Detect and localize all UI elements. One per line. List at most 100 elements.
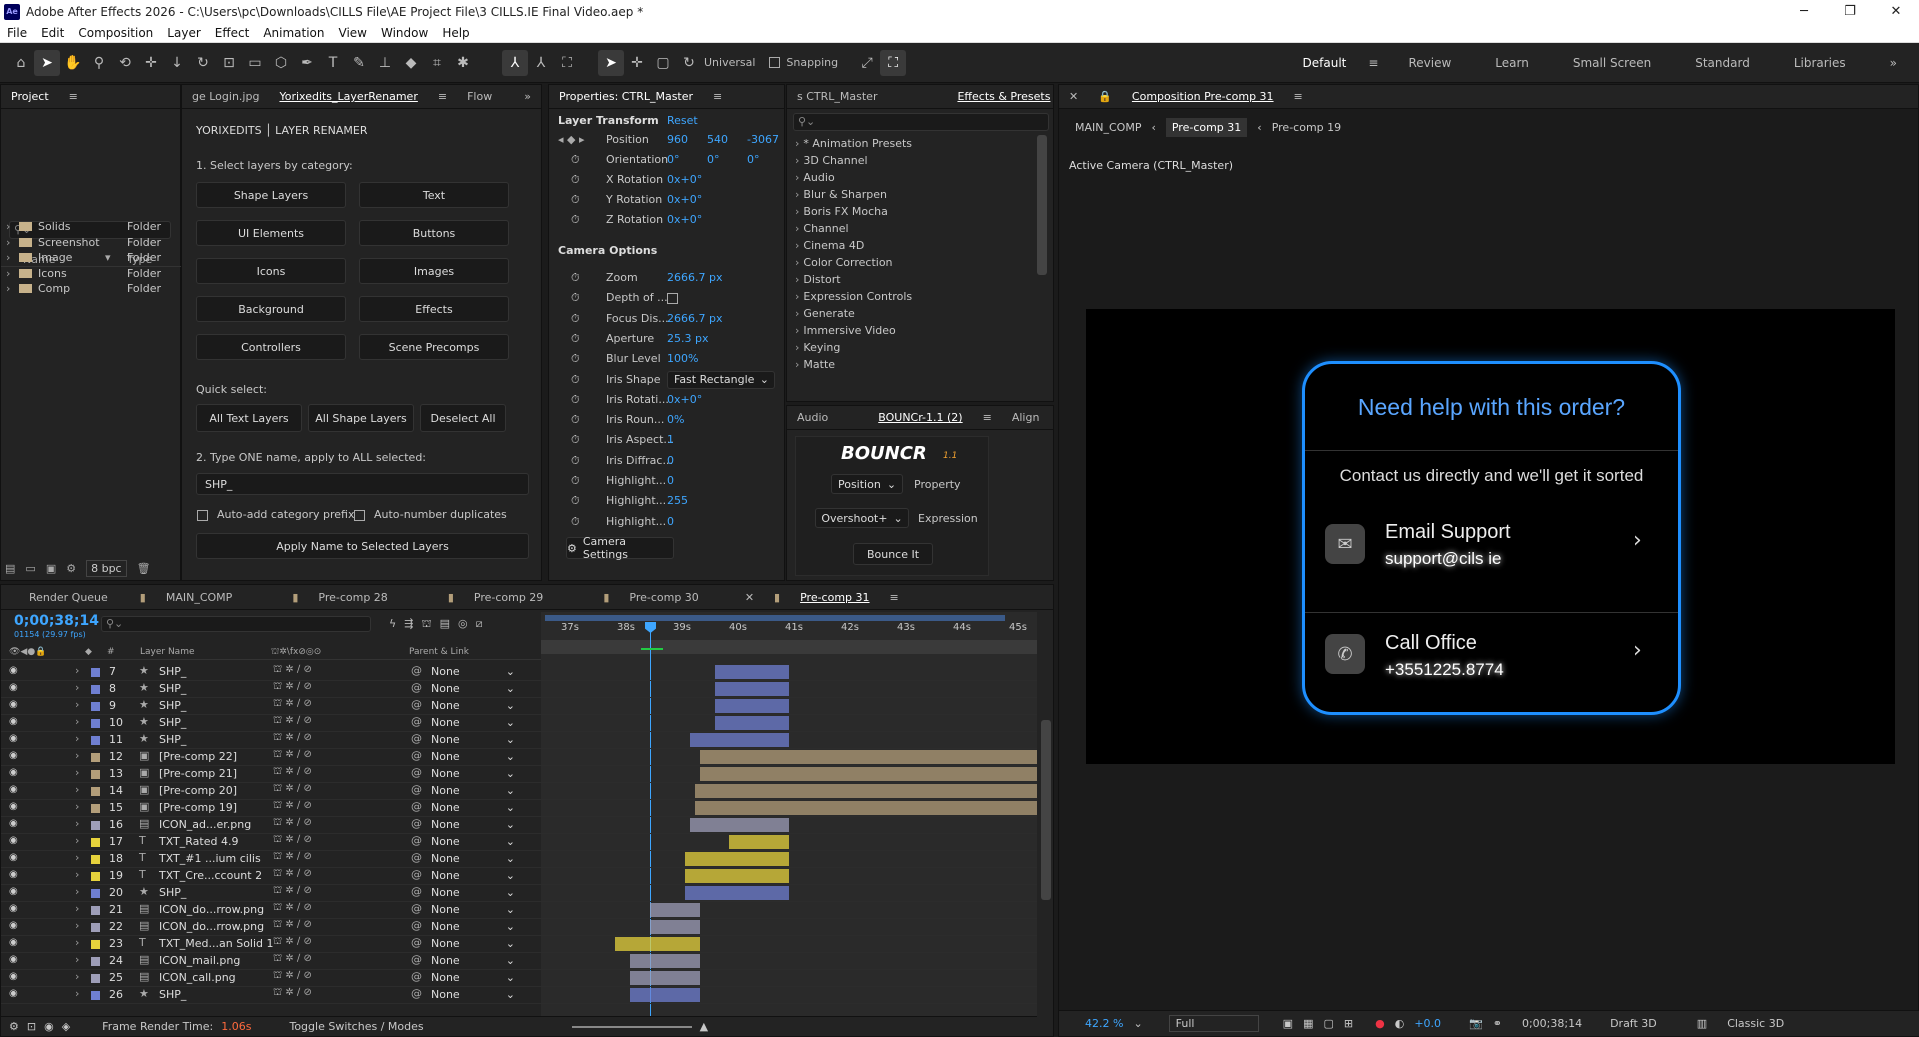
pickwhip-icon[interactable]: @ <box>411 885 422 898</box>
tab-precomp-28[interactable]: Pre-comp 28 <box>308 591 397 604</box>
layer-switches-icon[interactable]: ⛫ ✲ ∕ ⊘ <box>273 970 312 983</box>
layer-switches-icon[interactable]: ⛫ ✲ ∕ ⊘ <box>273 851 312 864</box>
layer-switches-icon[interactable]: ⛫ ✲ ∕ ⊘ <box>273 953 312 966</box>
layer-name[interactable]: TXT_Med...an Solid 1 <box>159 937 274 950</box>
layer-duration-bar[interactable] <box>684 869 789 883</box>
effects-search-input[interactable]: ⚲⌄ <box>793 113 1049 131</box>
camera-prop-value[interactable]: 2666.7 px <box>667 271 722 284</box>
axis-world-icon[interactable]: ⅄ <box>528 50 554 76</box>
camera-settings-button[interactable]: ⚙ Camera Settings <box>566 535 674 561</box>
all-text-layers-button[interactable]: All Text Layers <box>196 404 302 432</box>
camera-prop-value[interactable]: 0x+0° <box>667 393 702 406</box>
ruler-nav-bar[interactable] <box>541 640 1037 654</box>
menu-help[interactable]: Help <box>435 26 476 40</box>
layer-row[interactable]: ◉ › 11 ★ SHP_ ⛫ ✲ ∕ ⊘ @ None ⌄ <box>1 732 1037 749</box>
shy-icon[interactable]: ⛫ <box>421 617 431 632</box>
layer-row[interactable]: ◉ › 21 ▤ ICON_do...rrow.png ⛫ ✲ ∕ ⊘ @ None ⌄ <box>1 902 1037 919</box>
layer-name[interactable]: SHP_ <box>159 988 186 1001</box>
layer-duration-bar[interactable] <box>714 665 789 679</box>
layer-name[interactable]: [Pre-comp 19] <box>159 801 237 814</box>
layer-label-color[interactable] <box>91 668 100 677</box>
layer-row[interactable]: ◉ › 25 ▤ ICON_call.png ⛫ ✲ ∕ ⊘ @ None ⌄ <box>1 970 1037 987</box>
camera-orbit-icon[interactable]: ↻ <box>676 50 702 76</box>
panel-menu-icon[interactable]: ≡ <box>1284 90 1313 103</box>
snapping-label[interactable]: Snapping <box>786 56 838 69</box>
expand-arrow-icon[interactable]: › <box>6 282 10 295</box>
orientation-z[interactable]: 0° <box>747 153 760 166</box>
toggle-switches-button[interactable]: Toggle Switches / Modes <box>289 1020 423 1033</box>
stopwatch-icon[interactable]: ⏱ <box>571 494 580 508</box>
layer-switches-icon[interactable]: ⛫ ✲ ∕ ⊘ <box>273 698 312 711</box>
layer-name[interactable]: ICON_ad...er.png <box>159 818 251 831</box>
mini-flow-icon[interactable]: ◈ <box>62 1020 70 1033</box>
anchor-tool-icon[interactable]: ⊡ <box>216 50 242 76</box>
pickwhip-icon[interactable]: @ <box>411 698 422 711</box>
expand-arrow-icon[interactable]: › <box>75 766 79 779</box>
bpc-button[interactable]: 8 bpc <box>86 559 127 577</box>
menu-view[interactable]: View <box>332 26 374 40</box>
exposure-value[interactable]: +0.0 <box>1414 1017 1441 1030</box>
resolution-select[interactable]: Full <box>1168 1015 1259 1032</box>
pickwhip-icon[interactable]: @ <box>411 970 422 983</box>
expand-arrow-icon[interactable]: › <box>75 715 79 728</box>
layer-row[interactable]: ◉ › 20 ★ SHP_ ⛫ ✲ ∕ ⊘ @ None ⌄ <box>1 885 1037 902</box>
parent-select[interactable]: None ⌄ <box>431 869 515 882</box>
panel-menu-icon[interactable]: ≡ <box>59 90 88 103</box>
layer-label-color[interactable] <box>91 753 100 762</box>
category-button-icons[interactable]: Icons <box>196 258 346 284</box>
draft-3d-icon[interactable]: ϟ <box>389 617 396 632</box>
pickwhip-icon[interactable]: @ <box>411 987 422 1000</box>
dolly-tool-icon[interactable]: ↓ <box>164 50 190 76</box>
visibility-eye-icon[interactable]: ◉ <box>9 750 18 761</box>
stopwatch-icon[interactable]: ⏱ <box>571 173 580 187</box>
layer-row[interactable]: ◉ › 24 ▤ ICON_mail.png ⛫ ✲ ∕ ⊘ @ None ⌄ <box>1 953 1037 970</box>
layer-search-input[interactable]: ⚲⌄ <box>101 616 371 632</box>
stopwatch-icon[interactable]: ⏱ <box>571 291 580 305</box>
pan-tool-icon[interactable]: ✛ <box>138 50 164 76</box>
layer-duration-bar[interactable] <box>714 682 789 696</box>
category-button-buttons[interactable]: Buttons <box>359 220 509 246</box>
layer-label-color[interactable] <box>91 906 100 915</box>
interpret-icon[interactable]: ▤ <box>5 562 15 575</box>
camera-prop-value[interactable]: 0% <box>667 413 684 426</box>
brush-tool-icon[interactable]: ✎ <box>346 50 372 76</box>
camera-select-icon[interactable]: ➤ <box>598 49 624 76</box>
stopwatch-icon[interactable]: ⏱ <box>571 433 580 447</box>
minimize-icon[interactable]: ─ <box>1781 0 1827 23</box>
layer-row[interactable]: ◉ › 14 ▣ [Pre-comp 20] ⛫ ✲ ∕ ⊘ @ None ⌄ <box>1 783 1037 800</box>
pickwhip-icon[interactable]: @ <box>411 953 422 966</box>
layer-name[interactable]: TXT_Rated 4.9 <box>159 835 238 848</box>
parent-select[interactable]: None ⌄ <box>431 716 515 729</box>
puppet-tool-icon[interactable]: ✱ <box>450 50 476 76</box>
layer-label-color[interactable] <box>91 957 100 966</box>
layout-icon[interactable]: ▥ <box>1697 1017 1707 1030</box>
selection-tool-icon[interactable]: ➤ <box>34 49 60 76</box>
layer-name[interactable]: TXT_Cre...ccount 2 <box>159 869 262 882</box>
reset-link[interactable]: Reset <box>667 114 698 127</box>
home-icon[interactable]: ⌂ <box>8 50 34 76</box>
new-folder-icon[interactable]: ▭ <box>25 562 35 575</box>
chevron-down-icon[interactable]: ⌄ <box>1133 1017 1142 1030</box>
layer-switches-icon[interactable]: ⛫ ✲ ∕ ⊘ <box>273 885 312 898</box>
stopwatch-icon[interactable]: ⏱ <box>571 312 580 326</box>
layer-duration-bar[interactable] <box>650 920 700 934</box>
layer-row[interactable]: ◉ › 8 ★ SHP_ ⛫ ✲ ∕ ⊘ @ None ⌄ <box>1 681 1037 698</box>
layer-switches-icon[interactable]: ⛫ ✲ ∕ ⊘ <box>273 749 312 762</box>
layer-label-color[interactable] <box>91 736 100 745</box>
stopwatch-icon[interactable]: ⏱ <box>571 213 580 227</box>
pickwhip-icon[interactable]: @ <box>411 715 422 728</box>
layer-label-color[interactable] <box>91 787 100 796</box>
tab-precomp-30[interactable]: Pre-comp 30 <box>619 591 708 604</box>
workspace-libraries[interactable]: Libraries <box>1772 56 1868 70</box>
menu-animation[interactable]: Animation <box>256 26 331 40</box>
category-button-scene-precomps[interactable]: Scene Precomps <box>359 334 509 360</box>
visibility-eye-icon[interactable]: ◉ <box>9 699 18 710</box>
layer-duration-bar[interactable] <box>684 852 789 866</box>
workspace-review[interactable]: Review <box>1386 56 1473 70</box>
visibility-eye-icon[interactable]: ◉ <box>9 733 18 744</box>
stopwatch-icon[interactable]: ⏱ <box>571 373 580 387</box>
tab-precomp-29[interactable]: Pre-comp 29 <box>464 591 553 604</box>
new-comp-icon[interactable]: ▣ <box>46 562 56 575</box>
expand-arrow-icon[interactable]: › <box>75 970 79 983</box>
camera-prop-value[interactable]: 0 <box>667 474 674 487</box>
